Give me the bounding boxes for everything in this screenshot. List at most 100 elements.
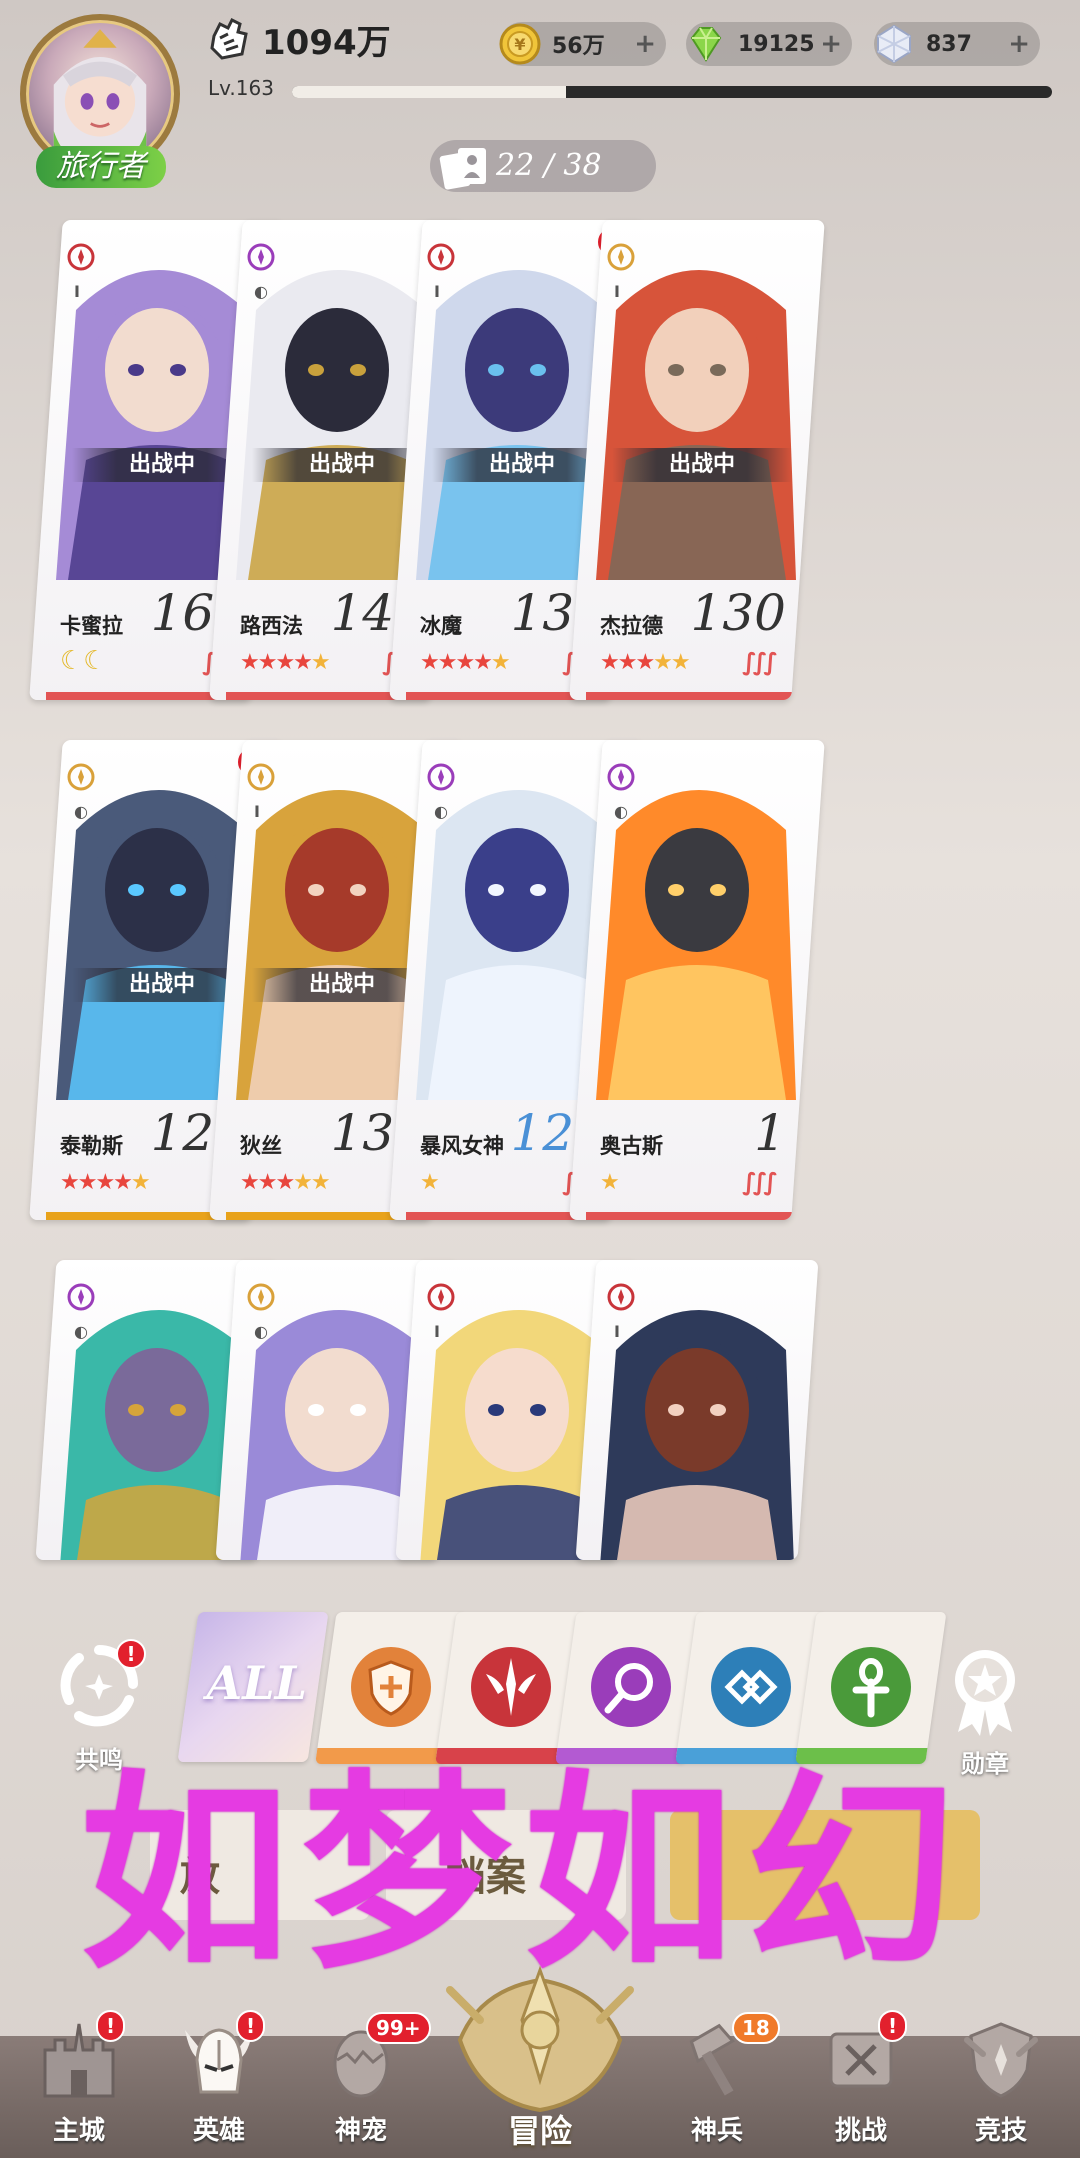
hero-gold-stars: ★: [310, 650, 329, 675]
medal-icon: [955, 1650, 1015, 1736]
gold-currency[interactable]: ¥ 56万 +: [499, 22, 666, 66]
hero-tier-mark: ◐: [614, 802, 628, 821]
filter-all-label: ALL: [206, 1656, 307, 1710]
nav-weapons-label: 神兵: [690, 2116, 743, 2146]
nav-arena[interactable]: 竞技: [946, 2010, 1056, 2158]
hero-name: 卡蜜拉: [60, 614, 123, 638]
warrior-class-icon: [67, 243, 95, 271]
hero-portrait: [596, 270, 796, 580]
nav-weapons[interactable]: 神兵 18: [662, 2010, 780, 2158]
fist-icon: [210, 17, 248, 60]
nav-adventure[interactable]: 冒险: [440, 1950, 640, 2158]
hero-star-rating: ★: [600, 1170, 618, 1195]
add-crystal-button[interactable]: +: [1008, 29, 1030, 59]
adventure-crest-icon: [446, 1965, 634, 2113]
hero-gold-stars: ★: [600, 1170, 618, 1195]
nav-challenge-label: 挑战: [834, 2116, 887, 2146]
tank-class-icon: [247, 763, 275, 791]
hero-tier-mark: ◐: [254, 1322, 268, 1341]
hero-name: 奥古斯: [600, 1134, 663, 1158]
hero-rank-mark: ∫∫∫: [742, 648, 774, 676]
hero-red-stars: ★★★★: [240, 650, 311, 675]
hero-star-rating: ★★★★★: [420, 650, 509, 675]
hero-tier-mark: Ⅰ: [614, 1322, 620, 1341]
experience-fill: [292, 86, 566, 98]
mage-class-icon: [67, 1283, 95, 1311]
hero-red-stars: ★★★★: [420, 650, 491, 675]
hero-tier-mark: Ⅰ: [434, 282, 440, 301]
hero-tier-mark: Ⅰ: [614, 282, 620, 301]
player-avatar[interactable]: 旅行者: [14, 8, 184, 188]
experience-bar: [292, 86, 1052, 98]
hero-level: 130: [690, 584, 786, 642]
hero-star-rating: ★★★★★: [240, 1170, 329, 1195]
hero-tier-mark: Ⅰ: [434, 1322, 440, 1341]
hero-card[interactable]: ◐ 奥古斯 1 ★ ∫∫∫: [569, 740, 825, 1220]
hero-red-stars: ★★★★: [60, 1170, 131, 1195]
mage-class-icon: [591, 1647, 671, 1727]
tank-class-icon: [247, 1283, 275, 1311]
hero-card[interactable]: Ⅰ: [575, 1260, 819, 1560]
hero-tier-mark: ◐: [74, 802, 88, 821]
hero-count-text: 22 / 38: [496, 148, 602, 183]
nav-arena-label: 竞技: [974, 2116, 1027, 2146]
gold-value: 56万: [552, 34, 605, 59]
nav-main-city[interactable]: 主城 !: [24, 2010, 134, 2158]
hero-name: 路西法: [240, 614, 303, 638]
nav-main-city-label: 主城: [52, 2116, 105, 2146]
hero-star-rating: ★★★★★: [240, 650, 329, 675]
hero-level: 1: [754, 1104, 786, 1162]
deployed-tag: 出战中: [612, 448, 792, 482]
warrior-class-icon: [427, 1283, 455, 1311]
mage-class-icon: [247, 243, 275, 271]
hero-red-stars: ★★★: [240, 1170, 294, 1195]
green-gem-icon: [690, 27, 722, 62]
player-level: Lv.163: [208, 76, 274, 100]
filter-support-tab[interactable]: [795, 1612, 947, 1764]
hero-tier-mark: Ⅰ: [254, 802, 260, 821]
hero-rank-mark: ∫∫∫: [742, 1168, 774, 1196]
arena-crest-icon: [964, 2022, 1038, 2098]
nav-pets-badge: 99+: [366, 2012, 431, 2044]
crystal-value: 837: [926, 31, 972, 57]
mage-class-icon: [607, 763, 635, 791]
combat-power: 1094万: [206, 14, 391, 64]
hero-card[interactable]: Ⅰ 出战中 杰拉德 130 ★★★★★ ∫∫∫: [569, 220, 825, 700]
warrior-class-icon: [607, 1283, 635, 1311]
hero-portrait: [596, 790, 796, 1100]
hero-star-rating: ★: [420, 1170, 438, 1195]
hero-name: 暴风女神: [420, 1134, 504, 1158]
filter-all-tab[interactable]: ALL: [177, 1612, 329, 1762]
add-gold-button[interactable]: +: [634, 29, 656, 59]
tank-class-icon: [67, 763, 95, 791]
nav-pets[interactable]: 神宠 99+: [306, 2010, 431, 2158]
shield-class-icon: [351, 1647, 431, 1727]
support-class-icon: [831, 1647, 911, 1727]
add-gem-button[interactable]: +: [820, 29, 842, 59]
mage-class-icon: [427, 763, 455, 791]
combat-power-value: 1094万: [262, 22, 391, 63]
nav-adventure-label: 冒险: [507, 2112, 572, 2150]
hero-name: 狄丝: [240, 1134, 282, 1158]
crystal-icon: [877, 24, 911, 64]
assassin-class-icon: [711, 1647, 791, 1727]
hero-gold-stars: ★: [420, 1170, 438, 1195]
resonance-icon: !: [60, 1639, 146, 1727]
warrior-class-icon: [427, 243, 455, 271]
svg-text:¥: ¥: [514, 35, 525, 54]
hero-tier-mark: ◐: [74, 1322, 88, 1341]
hero-name: 泰勒斯: [60, 1134, 123, 1158]
nav-heroes-label: 英雄: [192, 2116, 245, 2146]
nav-pets-label: 神宠: [334, 2116, 387, 2146]
nav-weapons-badge: 18: [732, 2012, 780, 2044]
nav-challenge-badge: !: [878, 2010, 908, 2042]
nav-challenge[interactable]: 挑战 !: [806, 2010, 916, 2158]
hero-gold-stars: ★: [490, 650, 509, 675]
tank-class-icon: [607, 243, 635, 271]
crystal-currency[interactable]: 837 +: [874, 22, 1040, 66]
hero-moon-rating: ☾☾: [60, 646, 107, 676]
gem-currency[interactable]: 19125 +: [686, 22, 852, 66]
nav-main-city-badge: !: [96, 2010, 126, 2042]
hero-gold-stars: ★: [130, 1170, 149, 1195]
nav-heroes[interactable]: 英雄 !: [164, 2010, 274, 2158]
